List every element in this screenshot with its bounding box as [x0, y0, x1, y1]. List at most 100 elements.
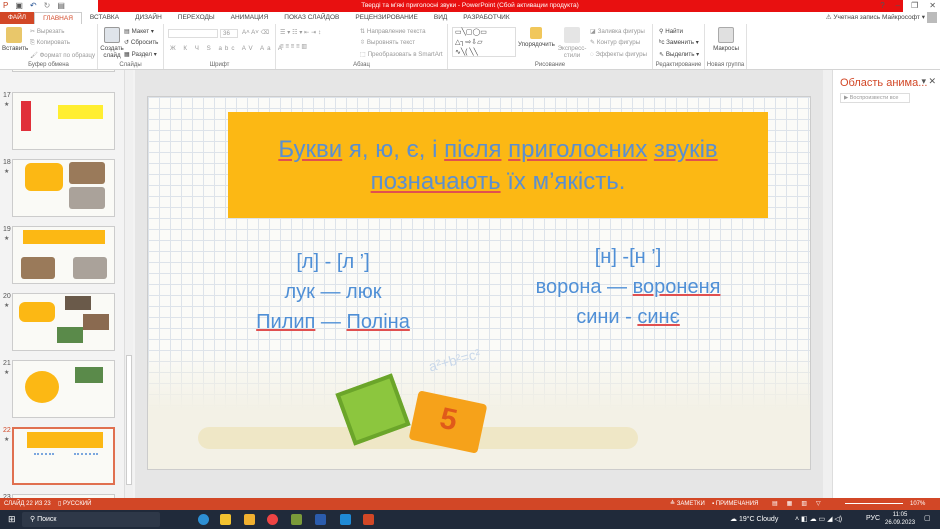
edge-icon[interactable] [198, 514, 209, 525]
language-indicator[interactable]: ▯ РУССКИЙ [58, 498, 91, 510]
file-explorer-icon[interactable] [220, 514, 231, 525]
tab-view[interactable]: ВИД [426, 12, 455, 24]
tab-file[interactable]: ФАЙЛ [0, 12, 35, 24]
slide-scrollbar[interactable] [823, 70, 832, 498]
font-name-input[interactable] [168, 29, 218, 38]
tab-review[interactable]: РЕЦЕНЗИРОВАНИЕ [347, 12, 426, 24]
slide-thumbnail-20[interactable] [12, 293, 115, 351]
section-button[interactable]: ▦ Раздел ▾ [124, 51, 157, 58]
reset-button[interactable]: ↺ Сбросить [124, 39, 158, 46]
mail-icon[interactable] [340, 514, 351, 525]
ribbon-tabs: ФАЙЛ ГЛАВНАЯ ВСТАВКА ДИЗАЙН ПЕРЕХОДЫ АНИ… [0, 12, 940, 24]
align-text-button[interactable]: ⇳ Выровнять текст [360, 39, 415, 46]
find-button[interactable]: ⚲ Найти [659, 28, 683, 35]
arrange-icon [530, 27, 542, 39]
comments-button[interactable]: ▪ ПРИМЕЧАНИЯ [712, 498, 758, 510]
taskbar: ⊞ ⚲ Поиск ☁ 19°C Cloudy ˄ ◧ ☁ ▭ ◢ ◁) РУС… [0, 510, 940, 529]
format-painter-button[interactable]: 🖌 Формат по образцу [30, 51, 95, 59]
group-paragraph: ☰ ▾ ☷ ▾ ⇤ ⇥ ↕ ≡ ≡ ≡ ≡ ▥ ⇅ Направление те… [276, 24, 448, 69]
align-buttons[interactable]: ≡ ≡ ≡ ≡ ▥ [280, 43, 307, 50]
arrange-button[interactable]: Упорядочить [518, 27, 555, 48]
slide-thumbnail-16[interactable] [12, 70, 115, 72]
right-text-box[interactable]: [н] -[н ’] ворона — вороненя сини - синє [508, 242, 748, 332]
help-button[interactable]: ? [880, 1, 884, 10]
redo-icon[interactable]: ↻ [44, 1, 51, 10]
tab-design[interactable]: ДИЗАЙН [127, 12, 170, 24]
slide-canvas[interactable]: Букви я, ю, є, і після приголосних звукі… [147, 96, 811, 470]
macros-button[interactable]: Макросы [709, 27, 743, 52]
tab-animations[interactable]: АНИМАЦИЯ [223, 12, 277, 24]
app-icon[interactable] [291, 514, 302, 525]
cut-button[interactable]: ✂ Вырезать [30, 28, 64, 35]
title-bar: Тверді та м'які приголосні звуки - Power… [0, 0, 940, 12]
tab-home[interactable]: ГЛАВНАЯ [34, 12, 82, 24]
quick-styles-button[interactable]: Экспресс-стили [556, 27, 588, 59]
slide-thumbnail-18[interactable] [12, 159, 115, 217]
animation-star-icon: ★ [4, 370, 10, 376]
group-label: Абзац [353, 62, 370, 68]
shape-fill-button[interactable]: ◪ Заливка фигуры [590, 28, 645, 35]
zoom-level[interactable]: 107% [910, 498, 925, 510]
copy-button[interactable]: ⎘ Копировать [30, 39, 70, 47]
slide-counter: СЛАЙД 22 ИЗ 23 [4, 501, 51, 507]
tab-slideshow[interactable]: ПОКАЗ СЛАЙДОВ [276, 12, 347, 24]
paste-label: Вставить [2, 45, 29, 52]
tray-icons[interactable]: ˄ ◧ ☁ ▭ ◢ ◁) [795, 515, 842, 523]
scrollbar-thumb[interactable] [126, 355, 132, 485]
slide-thumbnail-19[interactable] [12, 226, 115, 284]
store-icon[interactable] [244, 514, 255, 525]
font-format-buttons[interactable]: Ж К Ч S abc AV Aa A [170, 45, 285, 52]
powerpoint-icon[interactable] [363, 514, 374, 525]
word-icon[interactable] [315, 514, 326, 525]
text-direction-button[interactable]: ⇅ Направление текста [360, 28, 426, 35]
close-button[interactable]: ✕ [929, 1, 936, 10]
clock[interactable]: 11:05 26.09.2023 [885, 511, 915, 527]
macros-icon [718, 27, 734, 43]
notes-button[interactable]: ≜ ЗАМЕТКИ [670, 498, 705, 510]
taskbar-search[interactable]: ⚲ Поиск [22, 512, 160, 527]
pane-close-icon[interactable]: ▾ ✕ [921, 76, 936, 87]
windows-start-icon[interactable]: ⊞ [8, 514, 16, 525]
undo-icon[interactable]: ↶ [30, 1, 37, 10]
view-buttons[interactable]: ▤▦▥▽ [772, 498, 830, 510]
powerpoint-logo-icon: P [3, 1, 9, 10]
tab-insert[interactable]: ВСТАВКА [82, 12, 127, 24]
slide-thumbnail-22[interactable] [12, 427, 115, 485]
weather-widget[interactable]: ☁ 19°C Cloudy [730, 515, 778, 523]
select-button[interactable]: ⇖ Выделить ▾ [659, 51, 699, 58]
slide-thumbnail-17[interactable] [12, 92, 115, 150]
save-icon[interactable]: ▣ [15, 1, 23, 10]
title-banner[interactable]: Букви я, ю, є, і після приголосних звукі… [228, 112, 768, 218]
chrome-icon[interactable] [267, 514, 278, 525]
list-buttons[interactable]: ☰ ▾ ☷ ▾ ⇤ ⇥ ↕ [280, 29, 321, 36]
layout-button[interactable]: ▤ Макет ▾ [124, 28, 154, 35]
shape-outline-button[interactable]: ✎ Контур фигуры [590, 39, 640, 46]
slide-thumbnail-21[interactable] [12, 360, 115, 418]
new-slide-button[interactable]: Создать слайд [100, 27, 124, 59]
new-slide-icon [104, 27, 120, 43]
notifications-icon[interactable]: ▢ [924, 514, 931, 522]
zoom-slider[interactable] [845, 503, 903, 504]
account-button[interactable]: ⚠ Учетная запись Майкрософт ▾ [826, 13, 925, 21]
font-grow-shrink[interactable]: A˄ A˅ ⌫ [242, 29, 269, 36]
restore-button[interactable]: ❐ [911, 1, 918, 10]
input-language[interactable]: РУС [866, 515, 880, 522]
group-clipboard: Вставить ✂ Вырезать ⎘ Копировать 🖌 Форма… [0, 24, 98, 69]
presentation-icon[interactable]: ▤ [57, 1, 65, 10]
left-text-box[interactable]: [л] - [л ’] лук — люк Пилип — Поліна [228, 247, 438, 337]
group-new: Макросы Новая группа [705, 24, 747, 69]
tab-developer[interactable]: РАЗРАБОТЧИК [455, 12, 517, 24]
minimize-button[interactable]: – [896, 1, 900, 10]
shapes-gallery[interactable]: ▭╲▢◯▭ △┐⇨⇩▱ ∿╲( ╲╲ [452, 27, 516, 57]
smartart-button[interactable]: ⬚ Преобразовать в SmartArt [360, 51, 443, 58]
font-size-input[interactable]: 36 [220, 29, 238, 38]
thumbnails-scrollbar[interactable] [124, 70, 133, 498]
paste-button[interactable]: Вставить [2, 27, 29, 52]
word-pair-2: Пилип — Поліна [256, 311, 410, 333]
tab-transitions[interactable]: ПЕРЕХОДЫ [170, 12, 223, 24]
replace-button[interactable]: ᵇc Заменить ▾ [659, 39, 699, 46]
shape-effects-button[interactable]: ◌ Эффекты фигуры [590, 51, 647, 58]
avatar[interactable] [927, 12, 937, 23]
group-label: Слайды [119, 62, 142, 68]
play-all-button[interactable]: ▶ Воспроизвести все [840, 93, 910, 103]
